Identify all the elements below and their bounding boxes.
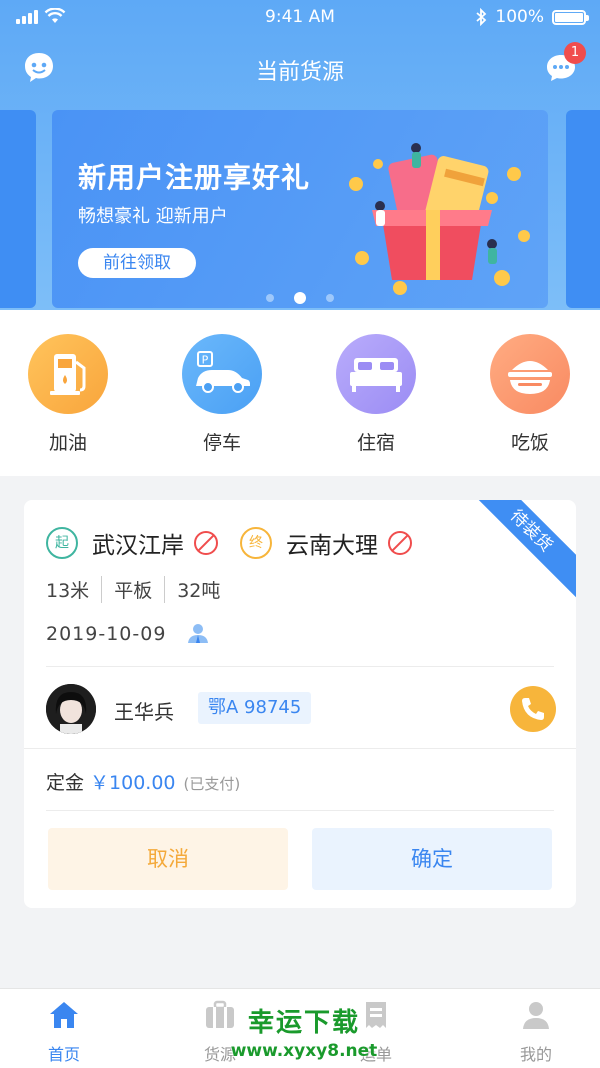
battery-percent: 100% <box>495 7 544 27</box>
pager-dot[interactable] <box>266 294 274 302</box>
driver-name: 王华兵 <box>114 700 174 724</box>
spec-weight: 32吨 <box>164 576 232 603</box>
tab-label: 首页 <box>47 1045 80 1064</box>
claim-gift-button[interactable]: 前往领取 <box>78 248 196 278</box>
service-dining[interactable]: 吃饭 <box>480 334 580 455</box>
divider <box>46 666 554 667</box>
promo-banner[interactable]: 新用户注册享好礼 畅想豪礼 迎新用户 前往领取 <box>52 110 548 308</box>
nav-bar: 当前货源 1 <box>0 42 600 94</box>
battery-icon <box>552 9 589 25</box>
destination-city: 云南大理 <box>286 533 378 559</box>
divider <box>24 748 576 749</box>
route-row: 起 武汉江岸 终 云南大理 <box>46 526 434 560</box>
watermark-url: www.xyxy8.net <box>230 1041 378 1061</box>
tab-home[interactable]: 首页 <box>14 999 114 1065</box>
services-row: 加油 P 停车 住宿 吃饭 <box>0 310 600 476</box>
banner-next-peek[interactable] <box>566 110 600 308</box>
status-bar: 9:41 AM 100% <box>0 0 600 36</box>
message-button[interactable]: 1 <box>544 42 586 86</box>
driver-row: 王华兵 鄂A 98745 <box>46 684 556 734</box>
order-date: 2019-10-09 <box>46 622 209 645</box>
spec-length: 13米 <box>46 580 90 602</box>
no-parking-icon <box>388 531 412 555</box>
cancel-button[interactable]: 取消 <box>48 828 288 890</box>
phone-icon <box>522 698 544 720</box>
origin-city: 武汉江岸 <box>92 533 184 559</box>
gift-box-illustration <box>349 143 530 295</box>
vehicle-specs: 13米 平板 32吨 <box>46 576 232 603</box>
order-date-text: 2019-10-09 <box>46 623 167 645</box>
home-icon <box>47 999 81 1031</box>
service-parking[interactable]: P 停车 <box>172 334 272 455</box>
avatar[interactable] <box>46 684 96 734</box>
user-icon <box>519 999 553 1031</box>
divider <box>46 810 554 811</box>
tab-profile[interactable]: 我的 <box>486 999 586 1065</box>
service-label: 吃饭 <box>510 432 549 454</box>
service-label: 停车 <box>202 432 241 454</box>
pager-dot-active[interactable] <box>294 292 306 304</box>
deposit-status: (已支付) <box>183 775 241 793</box>
confirm-button[interactable]: 确定 <box>312 828 552 890</box>
service-label: 住宿 <box>356 432 395 454</box>
bed-icon <box>336 334 416 414</box>
pager-dot[interactable] <box>326 294 334 302</box>
call-button[interactable] <box>510 686 556 732</box>
page-title: 当前货源 <box>255 60 344 85</box>
status-ribbon: 待装货 <box>460 500 576 602</box>
service-fuel[interactable]: 加油 <box>18 334 118 455</box>
service-label: 加油 <box>48 432 87 454</box>
service-lodging[interactable]: 住宿 <box>326 334 426 455</box>
deposit-row: 定金 ￥100.00 (已支付) <box>46 768 240 795</box>
tab-label: 我的 <box>519 1045 552 1064</box>
deposit-amount: ￥100.00 <box>90 772 176 794</box>
no-parking-icon <box>194 531 218 555</box>
message-badge: 1 <box>564 42 586 64</box>
watermark: 幸运下载 www.xyxy8.net <box>204 1002 404 1061</box>
bluetooth-icon <box>476 8 487 26</box>
origin-pin-icon: 起 <box>46 527 78 559</box>
spec-type: 平板 <box>101 576 164 603</box>
rice-bowl-icon <box>490 334 570 414</box>
fuel-pump-icon <box>28 334 108 414</box>
banner-subtitle: 畅想豪礼 迎新用户 <box>78 206 228 227</box>
status-right: 100% <box>475 7 589 27</box>
svg-text:P: P <box>202 354 209 367</box>
banner-title: 新用户注册享好礼 <box>78 161 311 194</box>
destination-pin-icon: 终 <box>240 527 272 559</box>
deposit-label: 定金 <box>46 772 85 794</box>
order-card[interactable]: 待装货 起 武汉江岸 终 云南大理 13米 平板 32吨 2019-10-09 … <box>24 500 576 908</box>
banner-pager[interactable] <box>266 292 334 304</box>
plate-badge: 鄂A 98745 <box>198 692 312 724</box>
parking-car-icon: P <box>182 334 262 414</box>
watermark-title: 幸运下载 <box>247 1008 360 1038</box>
person-icon <box>188 624 209 643</box>
banner-prev-peek[interactable] <box>0 110 36 308</box>
